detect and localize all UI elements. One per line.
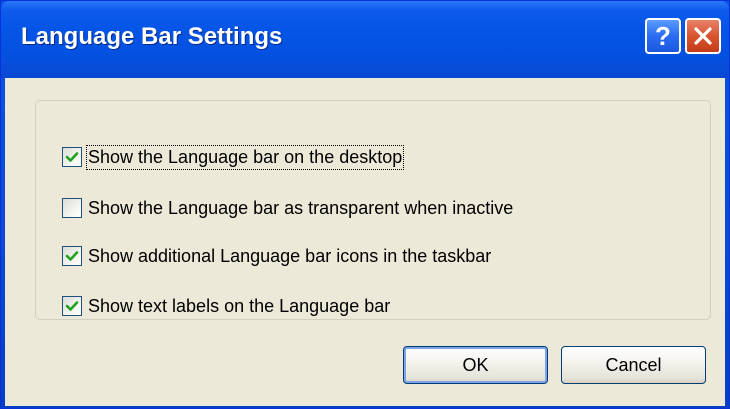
dialog-body: Show the Language bar on the desktop Sho… bbox=[5, 78, 725, 406]
checkmark-icon bbox=[65, 152, 79, 162]
checkbox-transparent-when-inactive[interactable] bbox=[62, 198, 82, 218]
option-label-text-labels[interactable]: Show text labels on the Language bar bbox=[88, 296, 390, 317]
checkbox-show-language-bar[interactable] bbox=[62, 147, 82, 167]
option-additional-icons-taskbar[interactable]: Show additional Language bar icons in th… bbox=[62, 244, 491, 268]
close-icon bbox=[694, 27, 712, 45]
ok-button[interactable]: OK bbox=[403, 346, 548, 384]
checkbox-additional-icons-taskbar[interactable] bbox=[62, 246, 82, 266]
option-transparent-when-inactive[interactable]: Show the Language bar as transparent whe… bbox=[62, 196, 513, 220]
language-bar-settings-dialog: Language Bar Settings ? Show the Languag… bbox=[0, 0, 730, 409]
close-button[interactable] bbox=[685, 18, 721, 54]
checkbox-text-labels[interactable] bbox=[62, 296, 82, 316]
cancel-button[interactable]: Cancel bbox=[561, 346, 706, 384]
options-group: Show the Language bar on the desktop Sho… bbox=[35, 100, 711, 320]
checkmark-icon bbox=[65, 301, 79, 311]
checkmark-icon bbox=[65, 251, 79, 261]
option-show-language-bar[interactable]: Show the Language bar on the desktop bbox=[62, 144, 405, 170]
help-icon: ? bbox=[655, 21, 671, 51]
help-button[interactable]: ? bbox=[645, 18, 681, 54]
option-label-show-language-bar[interactable]: Show the Language bar on the desktop bbox=[85, 144, 405, 170]
dialog-title: Language Bar Settings bbox=[21, 23, 283, 50]
option-label-additional-icons-taskbar[interactable]: Show additional Language bar icons in th… bbox=[88, 246, 491, 267]
option-text-labels[interactable]: Show text labels on the Language bar bbox=[62, 294, 390, 318]
title-bar[interactable]: Language Bar Settings ? bbox=[1, 1, 729, 78]
option-label-transparent-when-inactive[interactable]: Show the Language bar as transparent whe… bbox=[88, 198, 513, 219]
